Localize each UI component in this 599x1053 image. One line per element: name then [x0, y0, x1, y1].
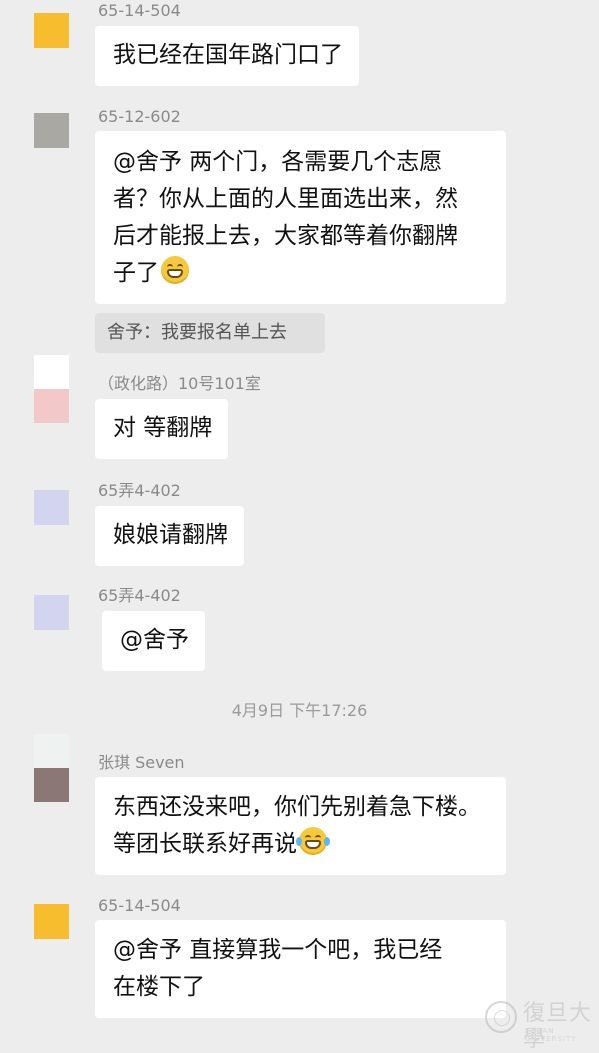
avatar[interactable]: [34, 355, 69, 423]
sender-name: （政化路）10号101室: [98, 374, 261, 393]
message-bubble[interactable]: @舍予 直接算我一个吧，我已经 在楼下了: [95, 920, 506, 1018]
timestamp: 4月9日 下午17:26: [231, 701, 368, 720]
message-text: 后才能报上去，大家都等着你翻牌: [113, 223, 458, 249]
avatar[interactable]: [34, 595, 69, 630]
message-text: 娘娘请翻牌: [113, 522, 228, 548]
message-text: 等团长联系好再说: [113, 831, 297, 857]
grinning-face-icon: [161, 256, 189, 284]
message-bubble[interactable]: 娘娘请翻牌: [95, 506, 244, 566]
message-bubble[interactable]: @舍予 两个门，各需要几个志愿 者？你从上面的人里面选出来，然 后才能报上去，大…: [95, 131, 506, 304]
quoted-reply[interactable]: 舍予：我要报名单上去: [95, 313, 325, 353]
sender-name: 65-14-504: [98, 1, 181, 20]
message-text: 东西还没来吧，你们先别着急下楼。: [113, 794, 481, 820]
avatar[interactable]: [34, 490, 69, 525]
avatar[interactable]: [34, 113, 69, 148]
message-text: @舍予 两个门，各需要几个志愿: [113, 149, 443, 175]
watermark: 復旦大學 FUDAN UNIVERSITY: [485, 999, 593, 1052]
message-text-last: 等团长联系好再说: [113, 826, 490, 863]
message-text-last: 子了: [113, 255, 490, 292]
tears-of-joy-icon: [296, 827, 330, 855]
message-bubble[interactable]: 我已经在国年路门口了: [95, 26, 359, 86]
message-text: @舍予 直接算我一个吧，我已经: [113, 937, 443, 963]
avatar[interactable]: [34, 904, 69, 939]
sender-name: 张琪 Seven: [98, 753, 185, 772]
message-bubble[interactable]: @舍予: [102, 611, 205, 671]
sender-name: 65弄4-402: [98, 586, 181, 605]
avatar[interactable]: [34, 734, 69, 802]
sender-name: 65-14-504: [98, 896, 181, 915]
message-text: 我已经在国年路门口了: [113, 42, 343, 68]
message-text: 子了: [113, 260, 159, 286]
message-text: 者？你从上面的人里面选出来，然: [113, 186, 458, 212]
message-text: @舍予: [120, 627, 189, 653]
sender-name: 65-12-602: [98, 107, 181, 126]
message-text: 在楼下了: [113, 974, 205, 1000]
message-bubble[interactable]: 对 等翻牌: [95, 399, 229, 459]
message-text: 对 等翻牌: [113, 415, 213, 441]
message-bubble[interactable]: 东西还没来吧，你们先别着急下楼。 等团长联系好再说: [95, 777, 506, 875]
university-seal-icon: [485, 1001, 517, 1033]
sender-name: 65弄4-402: [98, 481, 181, 500]
avatar[interactable]: [34, 13, 69, 48]
